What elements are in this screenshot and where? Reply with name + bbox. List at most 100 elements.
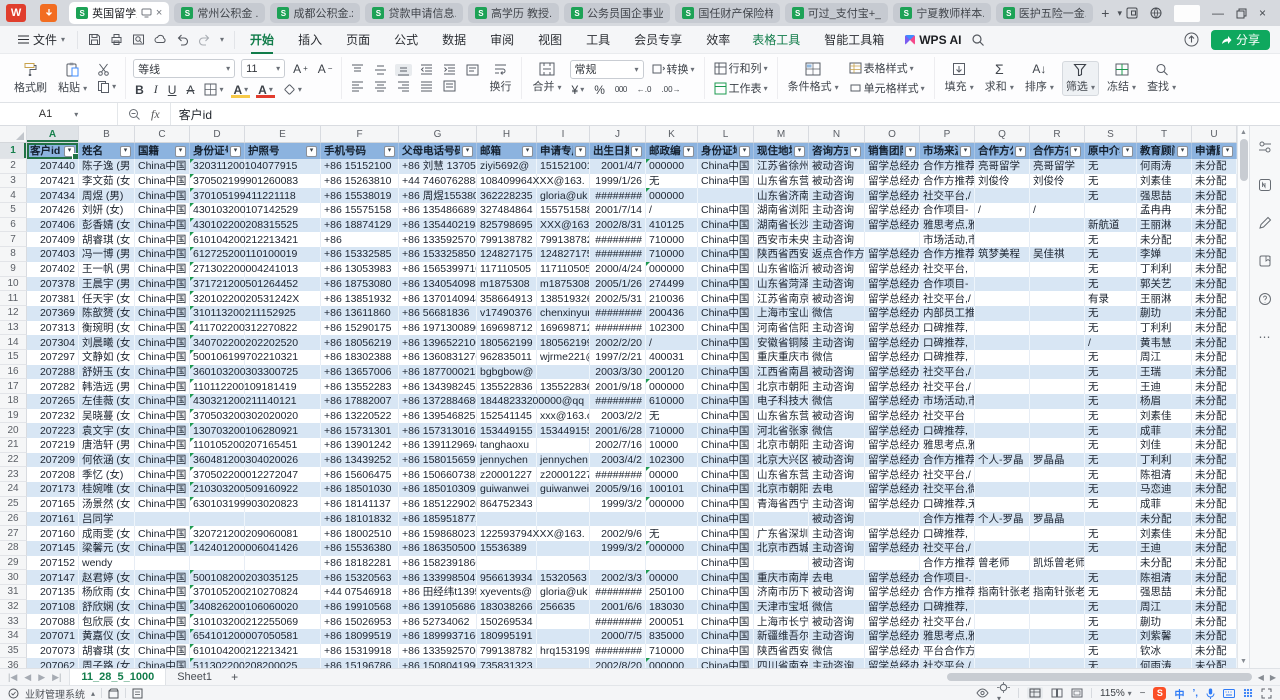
- menu-item[interactable]: 会员专享: [623, 27, 693, 52]
- increase-decimal-button[interactable]: ←.0: [635, 85, 654, 94]
- layout-switch-icon[interactable]: [1126, 7, 1138, 19]
- cell[interactable]: 曾老师: [975, 556, 1030, 571]
- cell[interactable]: 留学总经办: [865, 277, 920, 292]
- cell[interactable]: 2003/3/30: [590, 365, 646, 380]
- file-tab[interactable]: S英国留学生…×: [69, 2, 169, 24]
- cell[interactable]: bgbgbow@: [477, 365, 537, 380]
- vertical-scroll-thumb[interactable]: [1240, 139, 1248, 181]
- cell[interactable]: 207165: [27, 497, 79, 512]
- italic-button[interactable]: I: [152, 82, 160, 97]
- cell[interactable]: 180562199: [537, 335, 590, 350]
- cell[interactable]: 河北省张家: [754, 423, 809, 438]
- cell[interactable]: xyevents@: [477, 585, 537, 600]
- cell[interactable]: China中国: [135, 614, 190, 629]
- cell[interactable]: [590, 556, 646, 571]
- cell[interactable]: 2001/4/7: [590, 159, 646, 174]
- cell[interactable]: +86 15320563: [321, 570, 399, 585]
- cell[interactable]: 无: [1085, 600, 1137, 615]
- thousands-separator-button[interactable]: 000: [613, 85, 629, 94]
- cell[interactable]: 留学总经办: [865, 541, 920, 556]
- cell[interactable]: +86 15319918: [321, 644, 399, 659]
- cell[interactable]: 合作项目-.: [920, 570, 975, 585]
- row-number[interactable]: 34: [0, 629, 27, 644]
- cell[interactable]: 合作方推荐: [920, 159, 975, 174]
- cell[interactable]: 15536389: [477, 541, 537, 556]
- header-cell[interactable]: 客户id▾: [27, 143, 79, 159]
- cell[interactable]: China中国: [698, 350, 754, 365]
- cell[interactable]: [975, 614, 1030, 629]
- cell[interactable]: [975, 321, 1030, 336]
- cell[interactable]: +86 1391129694: [399, 438, 477, 453]
- cell[interactable]: 王迪: [1137, 379, 1192, 394]
- font-size-select[interactable]: 11▾: [241, 59, 285, 78]
- cell[interactable]: 成菲: [1137, 423, 1192, 438]
- cell[interactable]: +44 7460762888: [399, 174, 477, 189]
- cell[interactable]: 主动咨询: [809, 335, 865, 350]
- cell[interactable]: [1030, 614, 1085, 629]
- column-header-F[interactable]: F: [321, 126, 399, 142]
- cell[interactable]: [245, 512, 321, 527]
- cell[interactable]: 1999/3/2: [590, 541, 646, 556]
- cell[interactable]: [1030, 218, 1085, 233]
- cell[interactable]: 内部员工推: [920, 306, 975, 321]
- cell[interactable]: ########: [590, 306, 646, 321]
- cell[interactable]: China中国: [135, 658, 190, 668]
- cell[interactable]: 合作项目-: [920, 277, 975, 292]
- cell[interactable]: 153449155: [537, 423, 590, 438]
- cell[interactable]: [1030, 232, 1085, 247]
- cell[interactable]: [975, 218, 1030, 233]
- upload-cloud-icon[interactable]: [1184, 32, 1199, 47]
- filter-dropdown-icon[interactable]: ▾: [1177, 146, 1188, 157]
- cell[interactable]: 电子科技大: [754, 394, 809, 409]
- row-number[interactable]: 7: [0, 232, 27, 247]
- cell[interactable]: [975, 497, 1030, 512]
- cell[interactable]: +86 1877000215: [399, 365, 477, 380]
- cell[interactable]: [975, 365, 1030, 380]
- cell[interactable]: 无: [1085, 541, 1137, 556]
- cell[interactable]: China中国: [698, 585, 754, 600]
- cell[interactable]: 孟冉冉: [1137, 203, 1192, 218]
- percent-button[interactable]: %: [592, 83, 607, 97]
- cell[interactable]: 10000: [646, 438, 698, 453]
- row-number[interactable]: 12: [0, 306, 27, 321]
- cell[interactable]: China中国: [698, 203, 754, 218]
- cell[interactable]: 主动咨询: [809, 438, 865, 453]
- cell[interactable]: [975, 335, 1030, 350]
- cell[interactable]: [975, 409, 1030, 424]
- cell[interactable]: 罗晶晶: [1030, 512, 1085, 527]
- filter-dropdown-icon[interactable]: ▾: [794, 146, 805, 157]
- name-box[interactable]: A1▾: [0, 103, 118, 125]
- cell[interactable]: 无: [646, 174, 698, 189]
- cell[interactable]: China中国: [698, 438, 754, 453]
- cell[interactable]: /: [1085, 335, 1137, 350]
- cell[interactable]: 彭香婧 (女: [79, 218, 135, 233]
- close-tab-icon[interactable]: ×: [156, 7, 162, 19]
- menu-item[interactable]: 工具: [575, 27, 621, 52]
- cell[interactable]: 未分配: [1192, 335, 1237, 350]
- cell[interactable]: +86 18141137: [321, 497, 399, 512]
- cell[interactable]: 000000: [646, 497, 698, 512]
- cell[interactable]: 王丽淋: [1137, 291, 1192, 306]
- cell[interactable]: 2001/9/18: [590, 379, 646, 394]
- cell[interactable]: +86 1360831276: [399, 350, 477, 365]
- prev-sheet-icon[interactable]: ◀: [24, 672, 31, 683]
- cell[interactable]: 710000: [646, 247, 698, 262]
- cell[interactable]: 新航道: [1085, 218, 1137, 233]
- menu-item[interactable]: 公式: [383, 27, 429, 52]
- cell[interactable]: +86 18874129: [321, 218, 399, 233]
- cell[interactable]: 108409964XXX@163.: [477, 174, 537, 189]
- filter-dropdown-icon[interactable]: ▾: [631, 146, 642, 157]
- cell[interactable]: 未分配: [1192, 570, 1237, 585]
- cell[interactable]: +86 18002510: [321, 526, 399, 541]
- cell[interactable]: [1030, 335, 1085, 350]
- cell[interactable]: China中国: [698, 570, 754, 585]
- cell[interactable]: 799138782: [477, 644, 537, 659]
- cell[interactable]: 2001/6/28: [590, 423, 646, 438]
- cell[interactable]: China中国: [698, 291, 754, 306]
- cell[interactable]: +86 1850103098: [399, 482, 477, 497]
- cell[interactable]: 陈子逸 (男: [79, 159, 135, 174]
- cell[interactable]: China中国: [698, 277, 754, 292]
- undo-icon[interactable]: [176, 34, 189, 46]
- column-header-M[interactable]: M: [754, 126, 809, 142]
- cell[interactable]: 799138782: [477, 232, 537, 247]
